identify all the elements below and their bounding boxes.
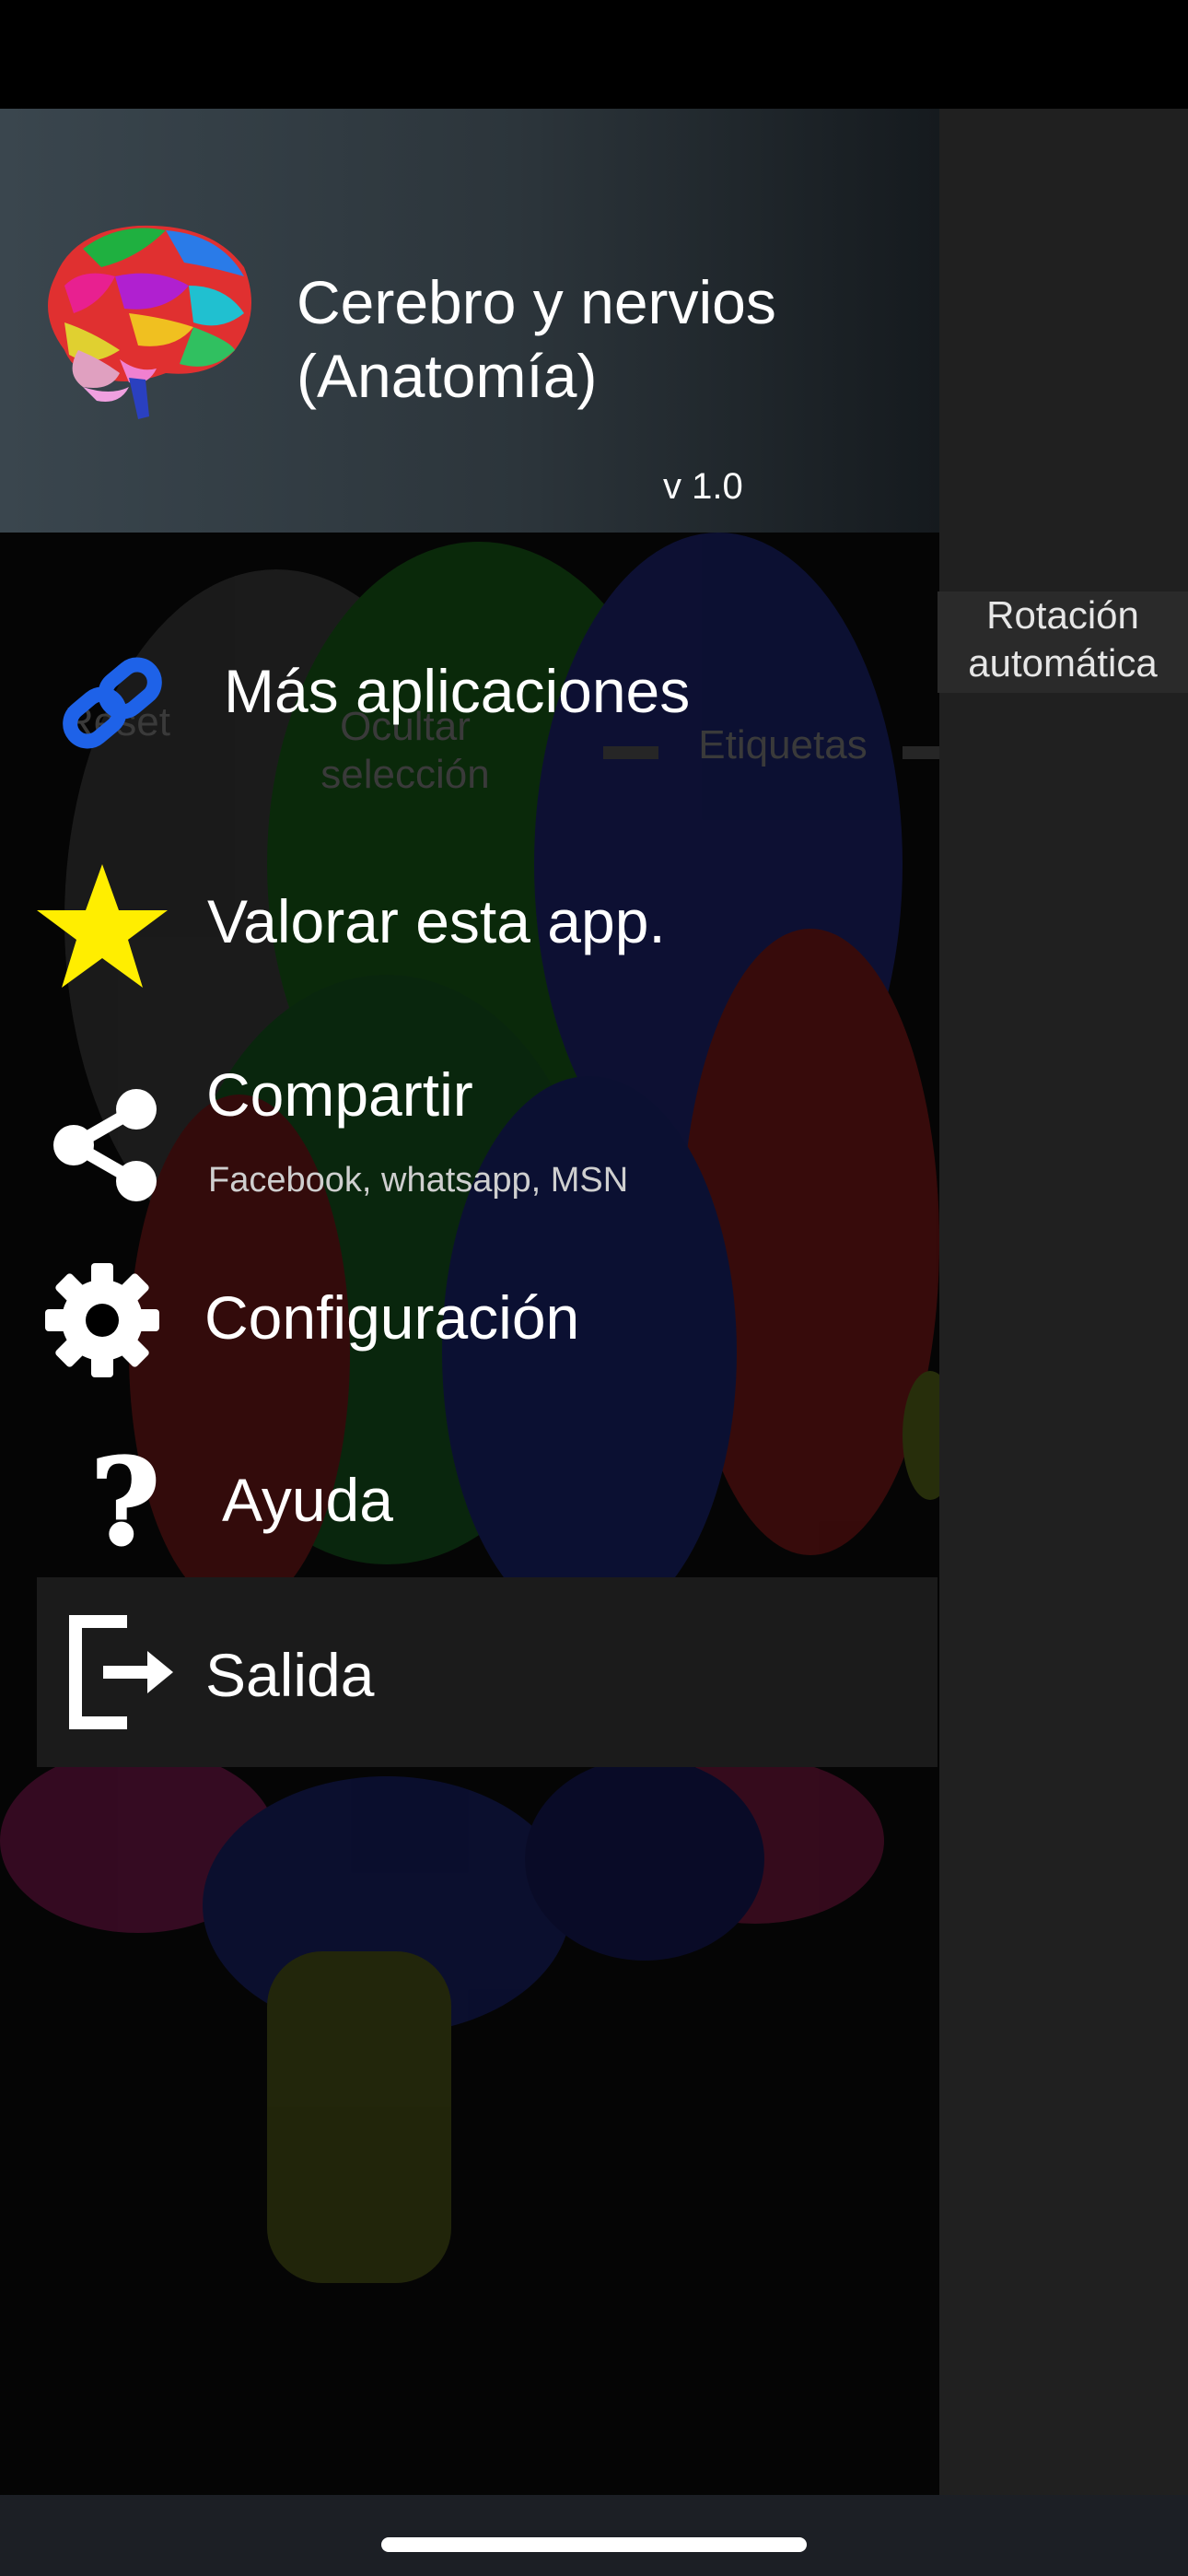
app-title: Cerebro y nervios (Anatomía)	[297, 265, 923, 413]
star-icon	[37, 864, 168, 988]
rotacion-label-line1: Rotación	[986, 593, 1139, 637]
brain-icon	[48, 225, 251, 419]
link-icon	[63, 657, 162, 749]
menu-sublabel-compartir: Facebook, whatsapp, MSN	[208, 1161, 629, 1200]
home-indicator[interactable]	[381, 2537, 807, 2552]
screen: Reset Ocultar selección Etiquetas Rotaci…	[0, 0, 1188, 2576]
app-title-line2: (Anatomía)	[297, 342, 598, 410]
menu-item-salida[interactable]: Salida	[37, 1577, 938, 1767]
share-icon	[53, 1089, 157, 1201]
menu-label-ayuda: Ayuda	[222, 1466, 393, 1534]
menu-label-compartir: Compartir	[206, 1060, 473, 1129]
rotacion-label-line2: automática	[968, 641, 1158, 685]
app-version: v 1.0	[663, 466, 743, 507]
drawer-scrim[interactable]	[939, 109, 1188, 2495]
menu-item-configuracion[interactable]: Configuración	[0, 1251, 939, 1389]
system-nav-bar	[0, 2495, 1188, 2576]
app-title-line1: Cerebro y nervios	[297, 268, 776, 336]
menu-item-valorar[interactable]: Valorar esta app.	[0, 846, 939, 988]
gear-icon	[45, 1263, 159, 1377]
rotacion-automatica-toggle[interactable]: Rotación automática	[938, 591, 1188, 693]
drawer-header: Cerebro y nervios (Anatomía) v 1.0	[0, 109, 939, 533]
question-icon: ?	[89, 1434, 161, 1572]
menu-item-mas-aplicaciones[interactable]: Más aplicaciones	[0, 625, 939, 754]
menu-label-configuracion: Configuración	[204, 1283, 580, 1352]
menu-item-ayuda[interactable]: ? Ayuda	[0, 1435, 939, 1574]
navigation-drawer: Cerebro y nervios (Anatomía) v 1.0 Más a…	[0, 109, 939, 2495]
menu-item-compartir[interactable]: Compartir Facebook, whatsapp, MSN	[0, 1048, 939, 1233]
exit-icon	[69, 1615, 173, 1729]
menu-label-salida: Salida	[205, 1641, 375, 1709]
menu-label-valorar: Valorar esta app.	[207, 887, 666, 955]
menu-label-mas-aplicaciones: Más aplicaciones	[224, 657, 691, 725]
